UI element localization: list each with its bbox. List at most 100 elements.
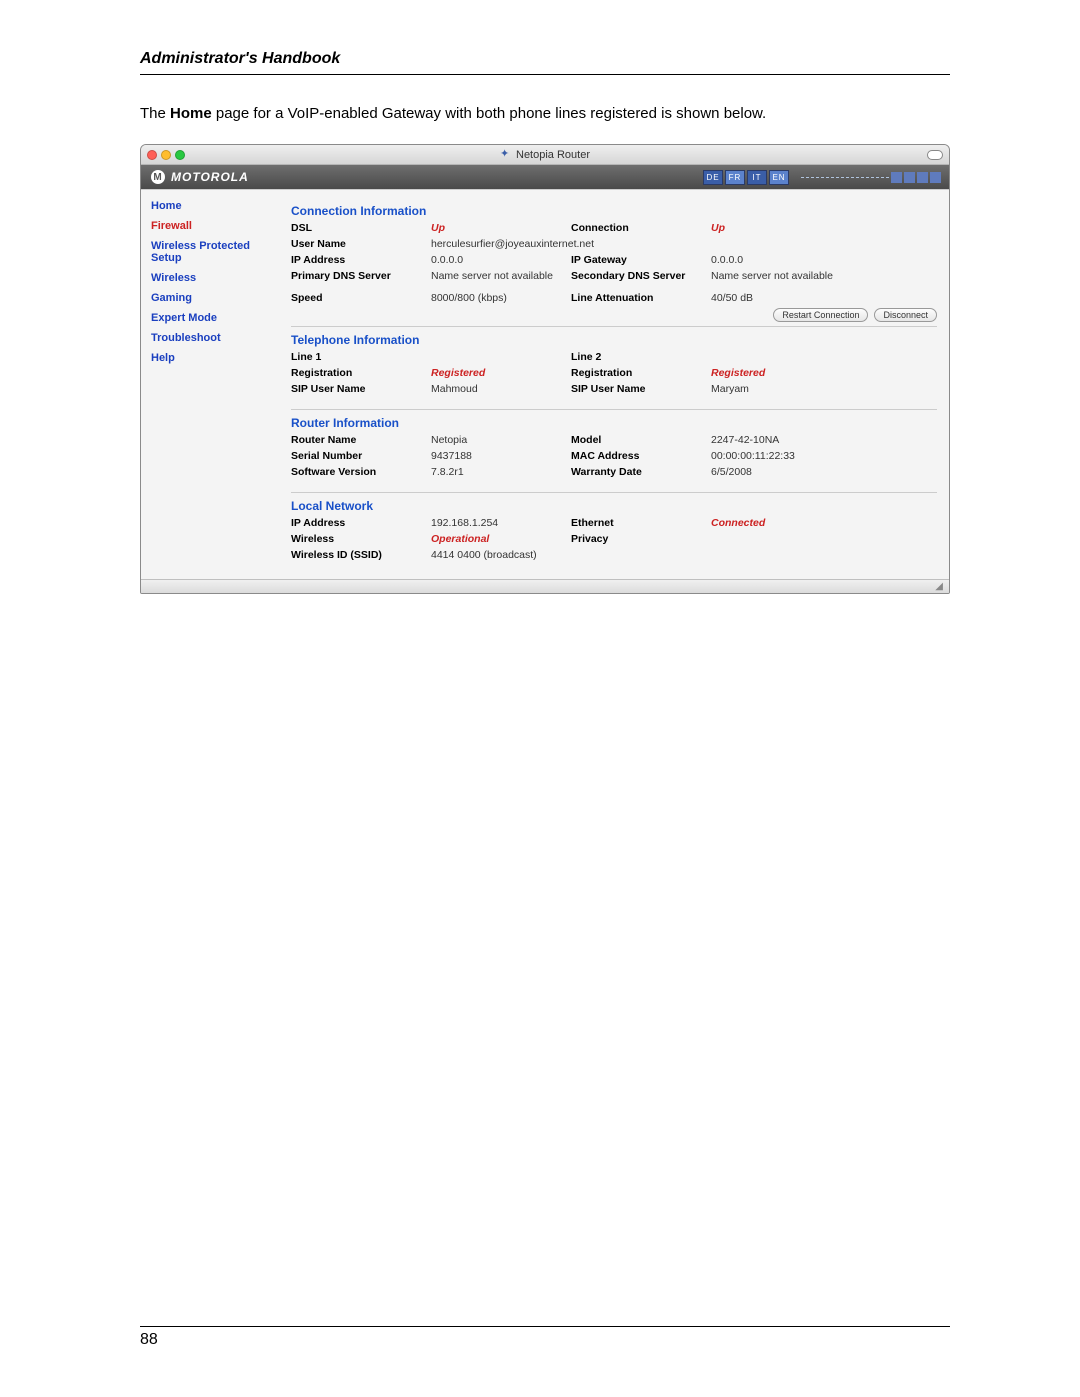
val-ssid: 4414 0400 (broadcast) [431,549,937,561]
val-warranty: 6/5/2008 [711,466,937,478]
section-telephone-title: Telephone Information [291,333,937,347]
window-footer: ◢ [141,579,949,593]
lbl-eth: Ethernet [571,517,711,529]
lang-de[interactable]: DE [703,170,723,185]
val-dns1: Name server not available [431,270,571,282]
val-mac: 00:00:00:11:22:33 [711,450,937,462]
banner-blob-icon [917,172,928,183]
close-icon[interactable] [147,150,157,160]
disconnect-button[interactable]: Disconnect [874,308,937,322]
section-router-title: Router Information [291,416,937,430]
nav-help[interactable]: Help [151,352,283,364]
sep1 [291,326,937,327]
traffic-lights [147,150,185,160]
lbl-softver: Software Version [291,466,431,478]
lbl-connection: Connection [571,222,711,234]
lbl-lanip: IP Address [291,517,431,529]
lbl-reg1: Registration [291,367,431,379]
val-line2 [711,351,937,363]
brand-bar: M MOTOROLA DE FR IT EN [141,165,949,189]
val-dns2: Name server not available [711,270,937,282]
telephone-grid: Line 1 Line 2 Registration Registered Re… [291,351,937,395]
lang-en[interactable]: EN [769,170,789,185]
lbl-dns1: Primary DNS Server [291,270,431,282]
content-area: Connection Information DSL Up Connection… [291,190,949,579]
logo-letter: M [153,172,162,183]
lbl-gateway: IP Gateway [571,254,711,266]
mac-titlebar: ✦ Netopia Router [141,145,949,165]
router-grid: Router Name Netopia Model 2247-42-10NA S… [291,434,937,478]
lbl-wless: Wireless [291,533,431,545]
lbl-line1: Line 1 [291,351,431,363]
banner-blob-icon [904,172,915,183]
lbl-privacy: Privacy [571,533,711,545]
val-username: herculesurfier@joyeauxinternet.net [431,238,937,250]
lbl-warranty: Warranty Date [571,466,711,478]
nav-wireless[interactable]: Wireless [151,272,283,284]
val-sip2: Maryam [711,383,937,395]
val-privacy [711,533,937,545]
restart-connection-button[interactable]: Restart Connection [773,308,868,322]
lang-fr[interactable]: FR [725,170,745,185]
lbl-mac: MAC Address [571,450,711,462]
lbl-model: Model [571,434,711,446]
section-connection-title: Connection Information [291,204,937,218]
toolbar-pill-icon[interactable] [927,150,943,160]
val-line1 [431,351,571,363]
intro-bold: Home [170,105,212,122]
intro-prefix: The [140,105,170,122]
minimize-icon[interactable] [161,150,171,160]
lbl-line2: Line 2 [571,351,711,363]
connection-grid: DSL Up Connection Up User Name herculesu… [291,222,937,304]
brand-name: MOTOROLA [171,170,249,184]
nav-wps[interactable]: Wireless Protected Setup [151,240,283,264]
section-local-title: Local Network [291,499,937,513]
resize-grip-icon[interactable]: ◢ [935,581,943,592]
lbl-ssid: Wireless ID (SSID) [291,549,431,561]
nav-expert[interactable]: Expert Mode [151,312,283,324]
nav-firewall[interactable]: Firewall [151,220,283,232]
intro-text: The Home page for a VoIP-enabled Gateway… [140,103,950,124]
val-routername: Netopia [431,434,571,446]
nav-gaming[interactable]: Gaming [151,292,283,304]
favicon-icon: ✦ [500,149,511,160]
lbl-username: User Name [291,238,431,250]
zoom-icon[interactable] [175,150,185,160]
router-screenshot: ✦ Netopia Router M MOTOROLA DE FR IT EN [140,144,950,594]
sep3 [291,492,937,493]
lbl-dns2: Secondary DNS Server [571,270,711,282]
language-switcher: DE FR IT EN [703,170,789,185]
val-dsl: Up [431,222,571,234]
page-footer: 88 [140,1326,950,1349]
lang-it[interactable]: IT [747,170,767,185]
val-serial: 9437188 [431,450,571,462]
lbl-ip: IP Address [291,254,431,266]
banner-blob-icon [930,172,941,183]
lbl-routername: Router Name [291,434,431,446]
val-connection: Up [711,222,937,234]
val-lanip: 192.168.1.254 [431,517,571,529]
banner-graphic [801,169,941,185]
val-ip: 0.0.0.0 [431,254,571,266]
lbl-dsl: DSL [291,222,431,234]
val-speed: 8000/800 (kbps) [431,292,571,304]
lbl-atten: Line Attenuation [571,292,711,304]
val-eth: Connected [711,517,937,529]
lbl-sip2: SIP User Name [571,383,711,395]
nav-troubleshoot[interactable]: Troubleshoot [151,332,283,344]
motorola-logo-icon: M [151,170,165,184]
local-grid: IP Address 192.168.1.254 Ethernet Connec… [291,517,937,561]
banner-blob-icon [891,172,902,183]
bottom-rule [140,1326,950,1327]
nav-home[interactable]: Home [151,200,283,212]
lbl-serial: Serial Number [291,450,431,462]
intro-suffix: page for a VoIP-enabled Gateway with bot… [212,105,767,122]
top-rule [140,74,950,75]
val-sip1: Mahmoud [431,383,571,395]
connection-buttons: Restart Connection Disconnect [291,308,937,322]
val-reg1: Registered [431,367,571,379]
val-atten: 40/50 dB [711,292,937,304]
sidebar-nav: Home Firewall Wireless Protected Setup W… [141,190,291,579]
wave-icon [801,177,889,178]
page-number: 88 [140,1331,950,1349]
